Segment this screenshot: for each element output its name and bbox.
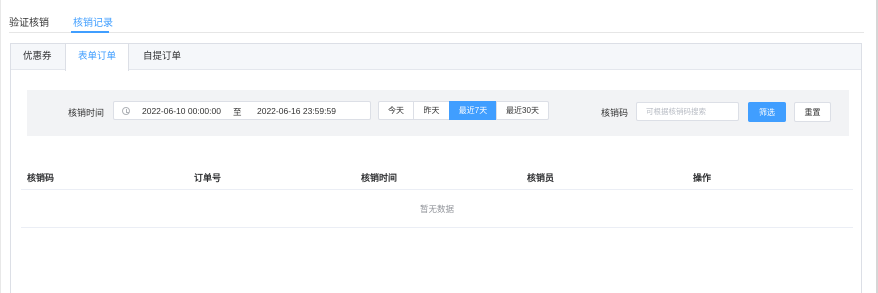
quick-range-group: 今天 昨天 最近7天 最近30天	[378, 101, 549, 120]
table-empty-row: 暂无数据	[21, 190, 853, 228]
date-range-picker[interactable]: 2022-06-10 00:00:00 至 2022-06-16 23:59:5…	[113, 101, 371, 120]
date-start[interactable]: 2022-06-10 00:00:00	[142, 106, 221, 116]
tab-verify-redeem[interactable]: 验证核销	[9, 14, 49, 29]
records-card: 优惠券 表单订单 自提订单 核销时间 2022-06-10 00:00:00 至…	[10, 43, 862, 293]
column-header-order-no: 订单号	[194, 173, 222, 183]
reset-button[interactable]: 重置	[794, 102, 831, 122]
sub-tab-form-orders[interactable]: 表单订单	[65, 44, 129, 71]
records-table: 核销码 订单号 核销时间 核销员 操作 暂无数据	[21, 162, 853, 228]
tab-redeem-records[interactable]: 核销记录	[73, 14, 113, 29]
sub-tab-coupons[interactable]: 优惠券	[11, 44, 65, 70]
sub-tabs: 优惠券 表单订单 自提订单	[11, 44, 861, 71]
top-tabs: 验证核销 核销记录	[9, 0, 864, 33]
redeem-code-search-input[interactable]	[636, 102, 739, 121]
column-header-redeem-code: 核销码	[27, 173, 55, 183]
filter-bar: 核销时间 2022-06-10 00:00:00 至 2022-06-16 23…	[27, 90, 849, 136]
code-filter-label: 核销码	[601, 108, 629, 118]
range-last30-button[interactable]: 最近30天	[496, 101, 549, 120]
range-last7-button[interactable]: 最近7天	[449, 101, 497, 120]
table-header: 核销码 订单号 核销时间 核销员 操作	[21, 162, 853, 190]
page-frame: 验证核销 核销记录 优惠券 表单订单 自提订单 核销时间 2022-06-10 …	[0, 0, 878, 293]
column-header-operator: 核销员	[527, 173, 555, 183]
clock-icon	[122, 107, 130, 115]
empty-state-text: 暂无数据	[419, 204, 454, 214]
column-header-actions: 操作	[693, 173, 712, 183]
active-tab-indicator	[71, 31, 109, 33]
filter-button[interactable]: 筛选	[748, 102, 786, 122]
range-yesterday-button[interactable]: 昨天	[413, 101, 450, 120]
date-end[interactable]: 2022-06-16 23:59:59	[257, 106, 336, 116]
sub-tab-pickup-orders[interactable]: 自提订单	[131, 44, 193, 70]
range-today-button[interactable]: 今天	[378, 101, 414, 120]
time-filter-label: 核销时间	[68, 108, 105, 118]
column-header-redeem-time: 核销时间	[361, 173, 398, 183]
date-separator: 至	[233, 107, 242, 117]
